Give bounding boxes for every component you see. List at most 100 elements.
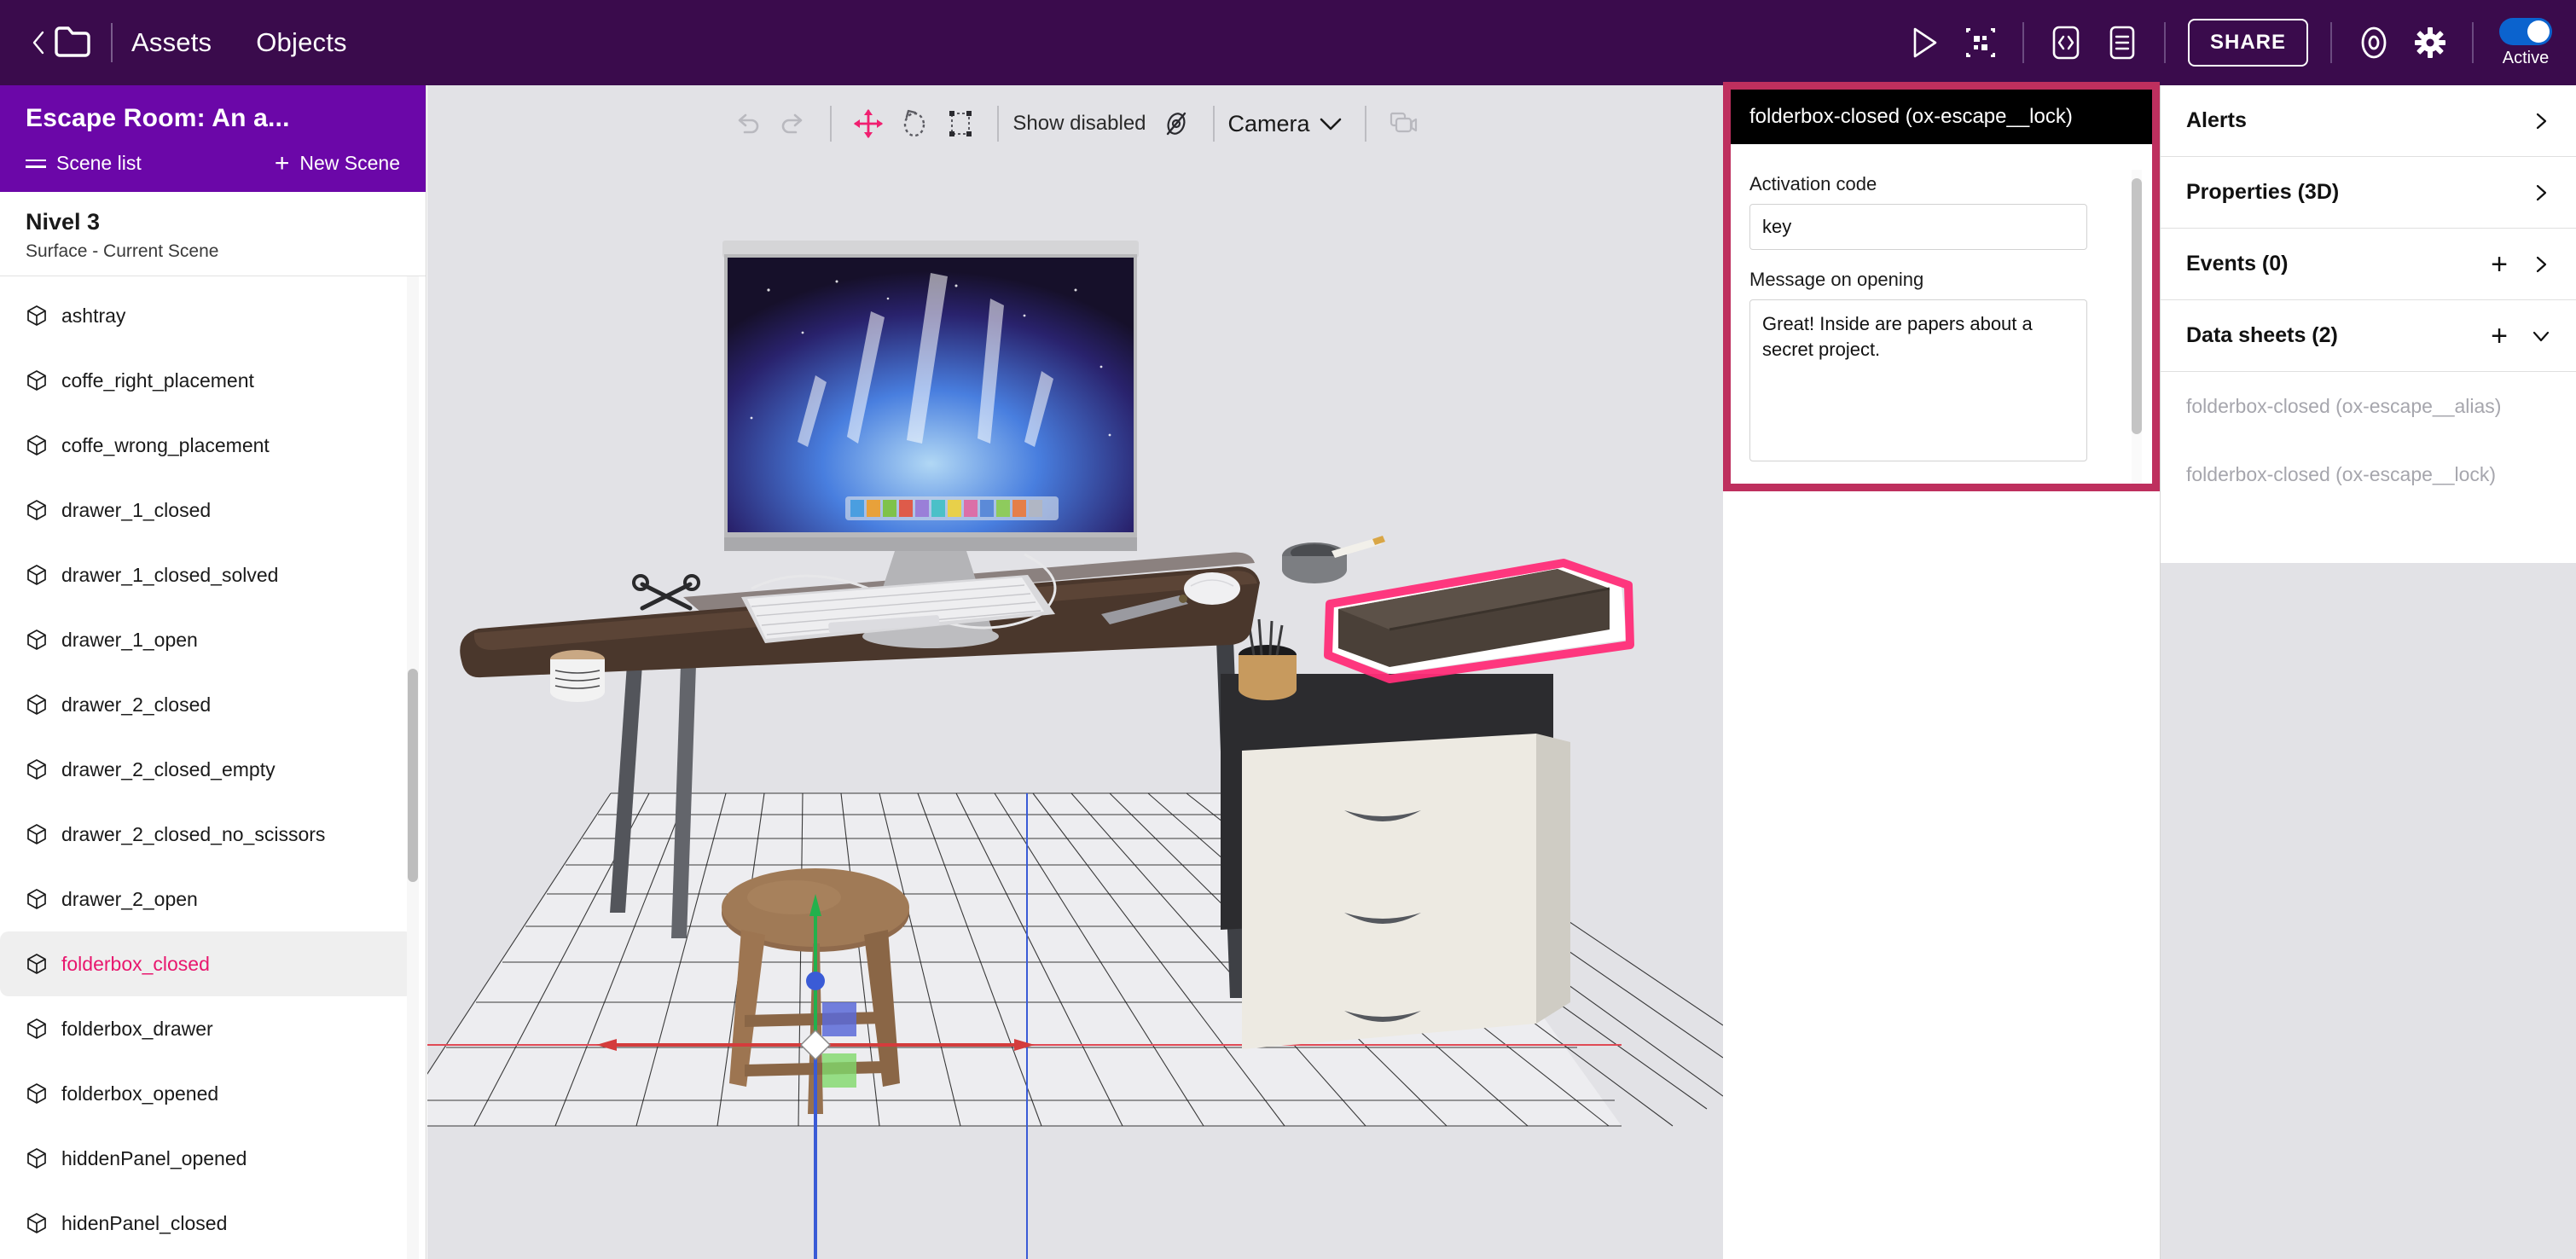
chevron-right-icon[interactable] xyxy=(2532,112,2550,131)
code-button[interactable] xyxy=(2038,15,2094,71)
cube-icon xyxy=(27,370,46,391)
cube-icon xyxy=(27,500,46,520)
object-list[interactable]: ashtray coffe_right_placement coffe_wrong_… xyxy=(0,276,426,1259)
settings-button[interactable] xyxy=(2402,15,2458,71)
sidebar-scrollbar-thumb[interactable] xyxy=(408,669,418,882)
object-list-item[interactable]: ashtray xyxy=(0,283,414,348)
top-bar-right: SHARE Active xyxy=(1896,15,2576,71)
redo-button[interactable] xyxy=(770,101,816,147)
back-button[interactable] xyxy=(29,27,48,58)
viewport-toolbar-sep-4 xyxy=(1364,106,1366,142)
object-list-item[interactable]: drawer_1_closed_solved xyxy=(0,542,414,607)
object-list-item[interactable]: drawer_2_closed xyxy=(0,672,414,737)
top-bar-sep-1 xyxy=(2022,22,2024,63)
object-list-item[interactable]: drawer_1_open xyxy=(0,607,414,672)
object-list-item[interactable]: drawer_2_open xyxy=(0,867,414,931)
data-sheet-item[interactable]: folderbox-closed (ox-escape__lock) xyxy=(2161,440,2576,508)
property-field-label: Clue xyxy=(1749,480,2133,484)
right-panel-section-row[interactable]: Properties (3D) xyxy=(2161,157,2576,229)
properties-popup: folderbox-closed (ox-escape__lock) Activ… xyxy=(1723,82,2160,491)
cube-icon xyxy=(27,759,46,780)
object-list-item[interactable]: folderbox_drawer xyxy=(0,996,414,1061)
object-list-item-label: hiddenPanel_opened xyxy=(61,1146,247,1169)
help-button[interactable] xyxy=(2346,15,2402,71)
folder-button[interactable] xyxy=(53,25,92,61)
qr-code-icon xyxy=(1965,28,1995,57)
move-tool-icon xyxy=(854,109,884,138)
active-toggle[interactable]: Active xyxy=(2499,17,2552,68)
show-disabled-toggle[interactable] xyxy=(1153,101,1199,147)
hamburger-icon xyxy=(26,159,46,168)
new-scene-button[interactable]: + New Scene xyxy=(274,148,400,177)
cube-icon xyxy=(26,758,48,780)
scale-tool-button[interactable] xyxy=(937,101,983,147)
object-list-item[interactable]: drawer_1_closed xyxy=(0,478,414,542)
cube-icon xyxy=(26,305,48,327)
right-panel-section-row[interactable]: Events (0) + xyxy=(2161,229,2576,300)
object-list-item[interactable]: folderbox_closed xyxy=(0,931,414,996)
object-list-item-label: coffe_right_placement xyxy=(61,368,254,392)
properties-scrollbar-thumb[interactable] xyxy=(2132,178,2142,434)
add-icon[interactable]: + xyxy=(2491,322,2508,351)
property-field-input[interactable] xyxy=(1749,299,2087,461)
camera-dropdown-button[interactable] xyxy=(1310,103,1351,144)
right-panel-section-actions xyxy=(2532,183,2550,202)
cube-icon xyxy=(27,824,46,844)
right-panel-section-actions: + xyxy=(2491,322,2550,351)
move-tool-button[interactable] xyxy=(845,101,891,147)
cube-icon xyxy=(27,1148,46,1169)
top-bar: Assets Objects SHARE Active xyxy=(0,0,2576,85)
active-toggle-switch[interactable] xyxy=(2499,17,2552,45)
object-list-item[interactable]: folderbox_opened xyxy=(0,1061,414,1126)
lifebuoy-icon xyxy=(2361,26,2387,59)
scale-tool-icon xyxy=(949,111,972,136)
object-list-item[interactable]: drawer_2_closed_no_scissors xyxy=(0,802,414,867)
share-button[interactable]: SHARE xyxy=(2187,19,2308,67)
right-panel-section-label: Data sheets (2) xyxy=(2186,323,2338,347)
qr-code-button[interactable] xyxy=(1952,15,2009,71)
right-panel-section-label: Alerts xyxy=(2186,108,2247,132)
object-list-item-label: hidenPanel_closed xyxy=(61,1211,228,1234)
property-field-input[interactable] xyxy=(1749,204,2087,250)
duplicate-camera-button[interactable] xyxy=(1380,101,1426,147)
undo-button[interactable] xyxy=(724,101,770,147)
object-list-item[interactable]: hiddenPanel_opened xyxy=(0,1126,414,1191)
play-button[interactable] xyxy=(1896,15,1952,71)
cube-icon xyxy=(26,369,48,392)
object-list-item[interactable]: hidenPanel_closed xyxy=(0,1191,414,1256)
object-list-item-label: drawer_2_closed xyxy=(61,693,212,716)
folder-icon xyxy=(55,26,90,57)
top-bar-sep-2 xyxy=(2163,22,2166,63)
object-list-item-label: coffe_wrong_placement xyxy=(61,433,270,456)
right-panel-section-row[interactable]: Data sheets (2) + xyxy=(2161,300,2576,372)
plus-icon: + xyxy=(274,148,290,177)
chevron-right-icon[interactable] xyxy=(2532,255,2550,274)
object-list-item[interactable]: drawer_2_closed_empty xyxy=(0,737,414,802)
nav-objects[interactable]: Objects xyxy=(256,27,347,58)
cube-icon xyxy=(26,823,48,845)
data-sheet-item[interactable]: folderbox-closed (ox-escape__alias) xyxy=(2161,372,2576,440)
rotate-tool-button[interactable] xyxy=(891,101,937,147)
chevron-right-icon[interactable] xyxy=(2532,183,2550,202)
add-icon[interactable]: + xyxy=(2491,250,2508,279)
document-button[interactable] xyxy=(2094,15,2150,71)
cube-icon xyxy=(26,953,48,975)
scene-list-button[interactable]: Scene list xyxy=(26,152,142,175)
cube-icon xyxy=(27,694,46,715)
viewport-canvas[interactable] xyxy=(427,162,1723,1259)
scene-3d-render[interactable] xyxy=(427,162,1723,1259)
right-panel-section-actions: + xyxy=(2491,250,2550,279)
rotate-tool-icon xyxy=(904,109,925,137)
cube-icon xyxy=(26,499,48,521)
object-list-item[interactable]: coffe_wrong_placement xyxy=(0,413,414,478)
chevron-down-icon[interactable] xyxy=(2532,327,2550,345)
properties-popup-body[interactable]: Activation codeMessage on openingClueAct… xyxy=(1731,144,2152,484)
nav-assets[interactable]: Assets xyxy=(131,27,212,58)
object-list-item[interactable]: coffe_right_placement xyxy=(0,348,414,413)
cube-icon xyxy=(26,564,48,586)
chevron-right-icon xyxy=(2536,184,2547,200)
object-list-item-label: drawer_2_closed_no_scissors xyxy=(61,822,326,845)
right-panel-section-row[interactable]: Alerts xyxy=(2161,85,2576,157)
chevron-left-icon xyxy=(32,31,44,55)
chevron-right-icon xyxy=(2536,113,2547,129)
